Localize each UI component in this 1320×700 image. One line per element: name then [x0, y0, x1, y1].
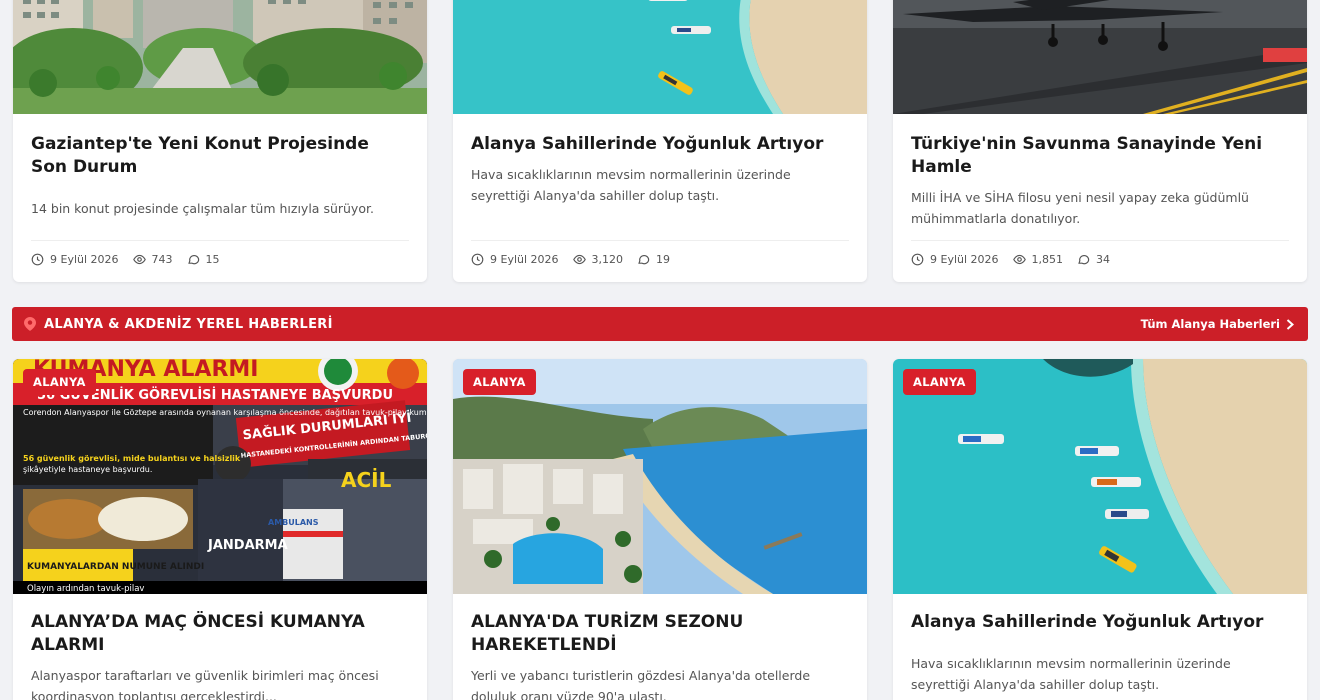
- news-card[interactable]: Türkiye'nin Savunma Sanayinde Yeni Hamle…: [893, 0, 1307, 282]
- beach-aerial-photo[interactable]: [453, 0, 867, 114]
- news-card-title[interactable]: ALANYA'DA TURİZM SEZONU HAREKETLENDİ: [453, 611, 867, 657]
- category-badge[interactable]: ALANYA: [903, 369, 976, 395]
- alanya-coast-photo[interactable]: ALANYA: [453, 359, 867, 594]
- comment-icon: [638, 255, 650, 265]
- kumanya-alarm-graphic[interactable]: KUMANYA ALARMI 56 GÜVENLİK GÖREVLİSİ HAS…: [13, 359, 427, 594]
- news-card-excerpt: Hava sıcaklıklarının mevsim normallerini…: [471, 167, 791, 203]
- news-card-title[interactable]: Alanya Sahillerinde Yoğunluk Artıyor: [453, 133, 867, 156]
- section-header: ALANYA & AKDENİZ YEREL HABERLERİ Tüm Ala…: [12, 307, 1308, 341]
- image-caption: Olayın ardından tavuk-pilav: [27, 584, 144, 594]
- news-card[interactable]: ALANYA Alanya Sahillerinde Yoğunluk Artı…: [893, 359, 1307, 700]
- news-card-excerpt: Yerli ve yabancı turistlerin gözdesi Ala…: [471, 668, 811, 700]
- news-card[interactable]: Gaziantep'te Yeni Konut Projesinde Son D…: [13, 0, 427, 282]
- section-title-group: ALANYA & AKDENİZ YEREL HABERLERİ: [24, 317, 333, 332]
- beach-aerial-photo[interactable]: ALANYA: [893, 359, 1307, 594]
- news-card-title[interactable]: Alanya Sahillerinde Yoğunluk Artıyor: [893, 611, 1307, 634]
- view-count: 3,120: [591, 253, 624, 266]
- news-card-meta: 9 Eylül 2026 3,120 19: [471, 240, 849, 266]
- news-date: 9 Eylül 2026: [930, 253, 999, 266]
- image-ambulance-label: AMBULANS: [268, 518, 319, 527]
- image-body-tail: şikâyetiyle hastaneye başvurdu.: [23, 465, 152, 474]
- news-card-meta: 9 Eylül 2026 1,851 34: [911, 240, 1289, 266]
- news-card[interactable]: KUMANYA ALARMI 56 GÜVENLİK GÖREVLİSİ HAS…: [13, 359, 427, 700]
- news-page: Gaziantep'te Yeni Konut Projesinde Son D…: [0, 0, 1320, 700]
- news-card[interactable]: ALANYA ALANYA'DA TURİZM SEZONU HAREKETLE…: [453, 359, 867, 700]
- comments-info: 34: [1077, 253, 1110, 266]
- section-title: ALANYA & AKDENİZ YEREL HABERLERİ: [44, 316, 333, 332]
- residential-complex-photo[interactable]: [13, 0, 427, 114]
- view-count: 743: [151, 253, 173, 266]
- date-info: 9 Eylül 2026: [911, 253, 999, 266]
- image-body-highlight: 56 güvenlik görevlisi, mide bulantısı ve…: [23, 454, 241, 463]
- comment-icon: [187, 255, 199, 265]
- comments-info: 15: [187, 253, 220, 266]
- section-link-label: Tüm Alanya Haberleri: [1140, 317, 1280, 331]
- comments-info: 19: [637, 253, 670, 266]
- date-info: 9 Eylül 2026: [31, 253, 119, 266]
- image-sample-label: KUMANYALARDAN NUMUNE ALINDI: [27, 562, 204, 572]
- date-info: 9 Eylül 2026: [471, 253, 559, 266]
- news-card-excerpt: Milli İHA ve SİHA filosu yeni nesil yapa…: [911, 190, 1249, 226]
- news-card-title[interactable]: Türkiye'nin Savunma Sanayinde Yeni Hamle: [893, 133, 1307, 179]
- news-card-excerpt: Alanyaspor taraftarları ve güvenlik biri…: [31, 668, 379, 700]
- comment-count: 15: [205, 253, 220, 266]
- news-card[interactable]: Alanya Sahillerinde Yoğunluk Artıyor Hav…: [453, 0, 867, 282]
- news-date: 9 Eylül 2026: [490, 253, 559, 266]
- comment-count: 34: [1096, 253, 1111, 266]
- views-info: 3,120: [572, 253, 624, 266]
- view-count: 1,851: [1031, 253, 1064, 266]
- comment-count: 19: [656, 253, 671, 266]
- map-pin-icon: [24, 317, 36, 331]
- chevron-right-icon: [1286, 318, 1294, 330]
- news-card-title[interactable]: Gaziantep'te Yeni Konut Projesinde Son D…: [13, 133, 427, 179]
- eye-icon: [572, 254, 586, 265]
- views-info: 743: [132, 253, 173, 266]
- category-badge[interactable]: ALANYA: [463, 369, 536, 395]
- clock-icon: [31, 253, 44, 266]
- drones-runway-photo[interactable]: [893, 0, 1307, 114]
- image-acil-sign: ACİL: [341, 468, 392, 492]
- news-card-excerpt: 14 bin konut projesinde çalışmalar tüm h…: [31, 201, 374, 216]
- news-card-excerpt: Hava sıcaklıklarının mevsim normallerini…: [911, 656, 1231, 692]
- eye-icon: [1012, 254, 1026, 265]
- views-info: 1,851: [1012, 253, 1064, 266]
- clock-icon: [911, 253, 924, 266]
- eye-icon: [132, 254, 146, 265]
- news-card-title[interactable]: ALANYA’DA MAÇ ÖNCESİ KUMANYA ALARMI: [13, 611, 427, 657]
- all-alanya-news-link[interactable]: Tüm Alanya Haberleri: [1141, 317, 1294, 331]
- clock-icon: [471, 253, 484, 266]
- comment-icon: [1078, 255, 1090, 265]
- image-jandarma-label: JANDARMA: [207, 538, 288, 553]
- news-date: 9 Eylül 2026: [50, 253, 119, 266]
- category-badge[interactable]: ALANYA: [23, 369, 96, 395]
- news-card-meta: 9 Eylül 2026 743 15: [31, 240, 409, 266]
